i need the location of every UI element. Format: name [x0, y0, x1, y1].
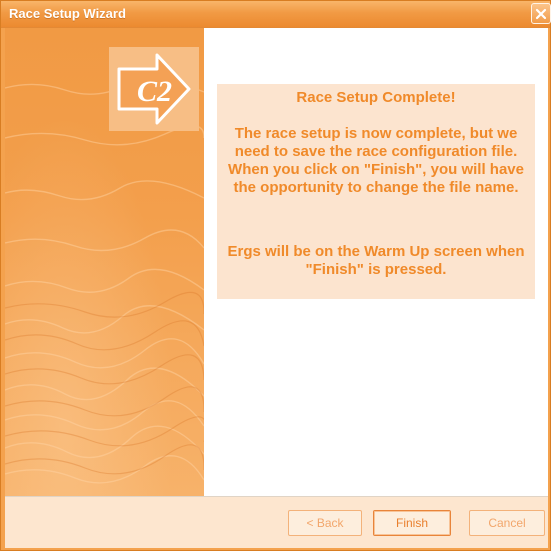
logo-box: C2	[109, 47, 199, 131]
warmup-note: Ergs will be on the Warm Up screen when …	[227, 243, 525, 278]
side-banner: C2	[5, 28, 204, 496]
title-bar[interactable]: Race Setup Wizard	[1, 1, 551, 28]
finish-button[interactable]: Finish	[373, 510, 451, 536]
wizard-window: Race Setup Wizard C2 Race Setup Complete…	[0, 0, 551, 551]
close-button[interactable]	[531, 3, 551, 24]
completion-message: The race setup is now complete, but we n…	[228, 125, 524, 196]
button-bar	[5, 497, 548, 548]
logo-text: C2	[137, 75, 172, 108]
message-box: Race Setup Complete! The race setup is n…	[217, 84, 535, 299]
window-title: Race Setup Wizard	[9, 6, 126, 21]
close-icon	[535, 8, 547, 19]
cancel-button[interactable]: Cancel	[469, 510, 545, 536]
content-top	[204, 28, 548, 43]
completion-heading: Race Setup Complete!	[296, 89, 456, 106]
concept2-logo: C2	[117, 53, 191, 125]
back-button[interactable]: < Back	[288, 510, 362, 536]
